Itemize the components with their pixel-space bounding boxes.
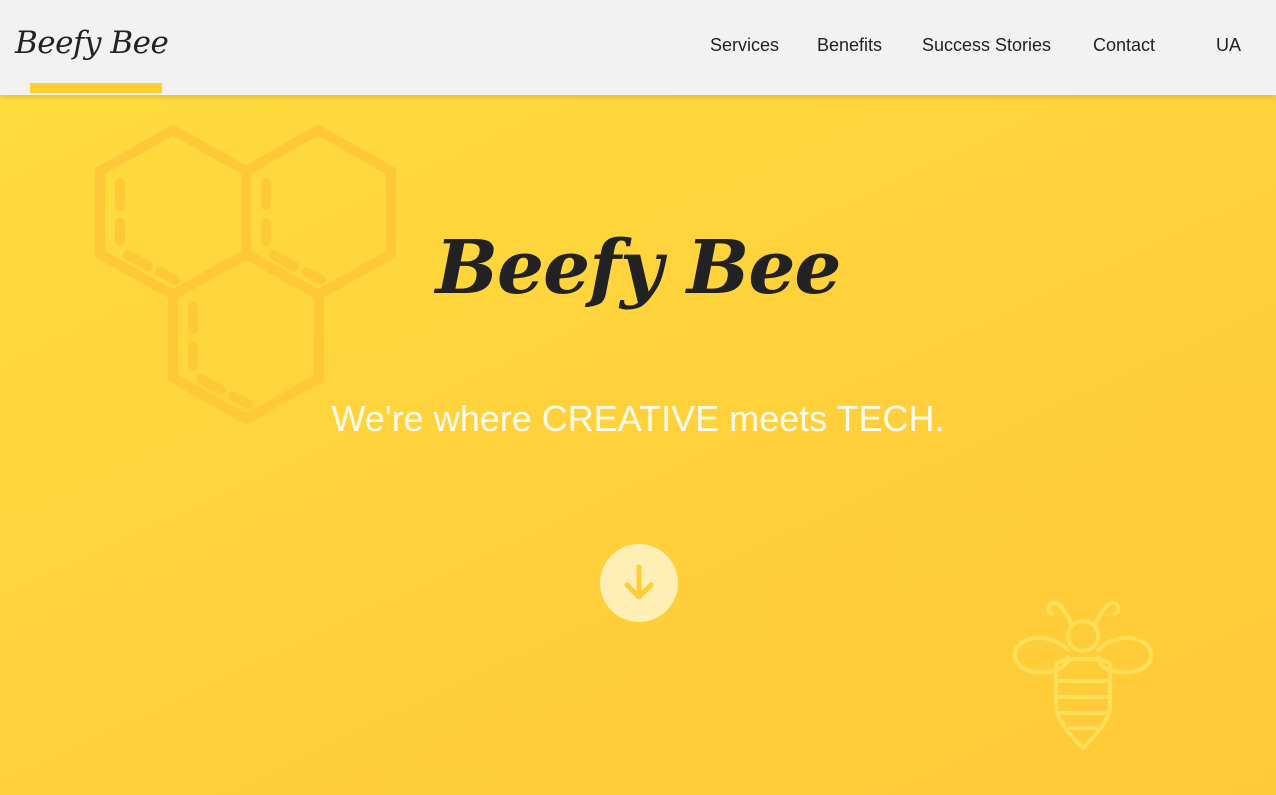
logo-text: Beefy Bee [15, 25, 169, 61]
site-header: Beefy Bee Services Benefits Success Stor… [0, 0, 1276, 95]
nav-benefits[interactable]: Benefits [817, 35, 882, 56]
logo-link[interactable]: Beefy Bee [15, 25, 169, 93]
nav-services[interactable]: Services [710, 35, 779, 56]
hero-subtitle: We're where CREATIVE meets TECH. [331, 398, 945, 439]
logo-highlight [30, 83, 162, 93]
nav-success-stories[interactable]: Success Stories [922, 35, 1051, 56]
bee-icon [1012, 601, 1154, 750]
scroll-down-button[interactable] [600, 544, 678, 622]
arrow-down-icon [624, 564, 654, 600]
nav-contact[interactable]: Contact [1093, 35, 1155, 56]
hero-title: Beefy Bee [435, 225, 841, 311]
hero-section: Beefy Bee We're where CREATIVE meets TEC… [0, 95, 1276, 795]
language-switch-ua[interactable]: UA [1216, 35, 1241, 56]
